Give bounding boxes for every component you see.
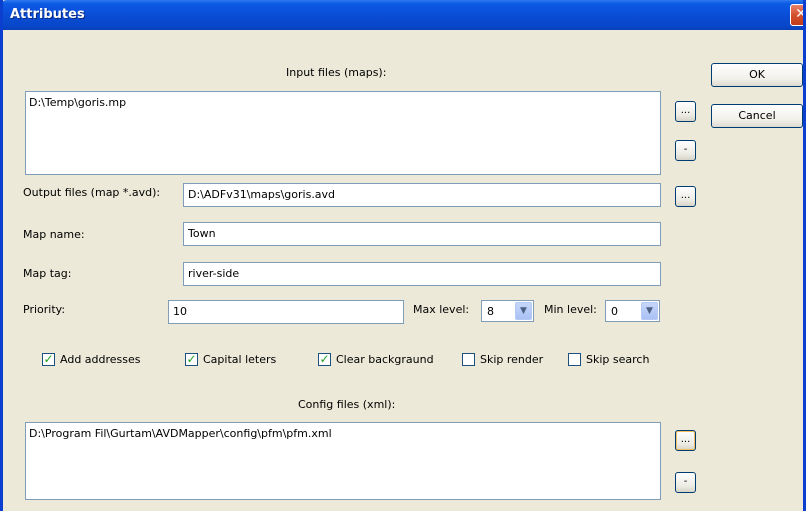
ellipsis-icon: ... — [680, 434, 691, 445]
output-files-label: Output files (map *.avd): — [23, 186, 161, 199]
config-files-list[interactable]: D:\Program Fil\Gurtam\AVDMapper\config\p… — [25, 422, 661, 500]
attributes-dialog: Attributes ✕ Input files (maps): D:\Temp… — [0, 0, 806, 511]
priority-label: Priority: — [23, 303, 66, 316]
cancel-button[interactable]: Cancel — [711, 104, 803, 128]
close-button[interactable]: ✕ — [790, 4, 806, 26]
checkbox-checked-icon[interactable]: ✓ — [318, 353, 331, 366]
ok-button[interactable]: OK — [711, 63, 803, 87]
minus-icon: - — [683, 144, 688, 155]
output-file-field[interactable]: D:\ADFv31\maps\goris.avd — [183, 183, 661, 207]
min-level-label: Min level: — [544, 303, 597, 316]
map-tag-label: Map tag: — [23, 267, 72, 280]
checkbox-label: Clear backgraund — [336, 353, 434, 366]
config-remove-button[interactable]: - — [675, 472, 696, 493]
checkbox-label: Skip search — [586, 353, 650, 366]
min-level-value: 0 — [611, 305, 618, 318]
chevron-down-icon[interactable]: ▼ — [641, 302, 658, 320]
cancel-button-label: Cancel — [738, 109, 776, 122]
title-bar[interactable]: Attributes ✕ — [3, 0, 806, 30]
output-browse-button[interactable]: ... — [675, 186, 696, 207]
list-item[interactable]: D:\Program Fil\Gurtam\AVDMapper\config\p… — [29, 427, 657, 440]
input-files-label: Input files (maps): — [286, 66, 387, 79]
ellipsis-icon: ... — [680, 190, 691, 201]
max-level-select[interactable]: 8 ▼ — [481, 300, 534, 322]
ellipsis-icon: ... — [680, 105, 691, 116]
list-item[interactable]: D:\Temp\goris.mp — [29, 96, 657, 109]
min-level-select[interactable]: 0 ▼ — [605, 300, 660, 322]
map-name-field[interactable]: Town — [183, 222, 661, 246]
checkbox-empty-icon[interactable] — [462, 353, 475, 366]
map-name-label: Map name: — [23, 228, 85, 241]
map-tag-field[interactable]: river-side — [183, 262, 661, 286]
priority-field[interactable]: 10 — [168, 300, 404, 324]
input-browse-button[interactable]: ... — [675, 101, 696, 122]
checkbox-label: Add addresses — [60, 353, 141, 366]
chevron-down-icon[interactable]: ▼ — [515, 302, 532, 320]
config-browse-button[interactable]: ... — [675, 430, 696, 451]
input-remove-button[interactable]: - — [675, 140, 696, 161]
checkbox-label: Skip render — [480, 353, 544, 366]
checkbox-checked-icon[interactable]: ✓ — [185, 353, 198, 366]
minus-icon: - — [683, 476, 688, 487]
max-level-label: Max level: — [413, 303, 470, 316]
input-files-list[interactable]: D:\Temp\goris.mp — [25, 91, 661, 175]
config-files-label: Config files (xml): — [298, 398, 396, 411]
checkbox-checked-icon[interactable]: ✓ — [42, 353, 55, 366]
window-title: Attributes — [10, 7, 85, 22]
checkbox-label: Capital leters — [203, 353, 277, 366]
close-icon: ✕ — [795, 6, 806, 22]
max-level-value: 8 — [487, 305, 494, 318]
ok-button-label: OK — [749, 68, 765, 81]
checkbox-empty-icon[interactable] — [568, 353, 581, 366]
